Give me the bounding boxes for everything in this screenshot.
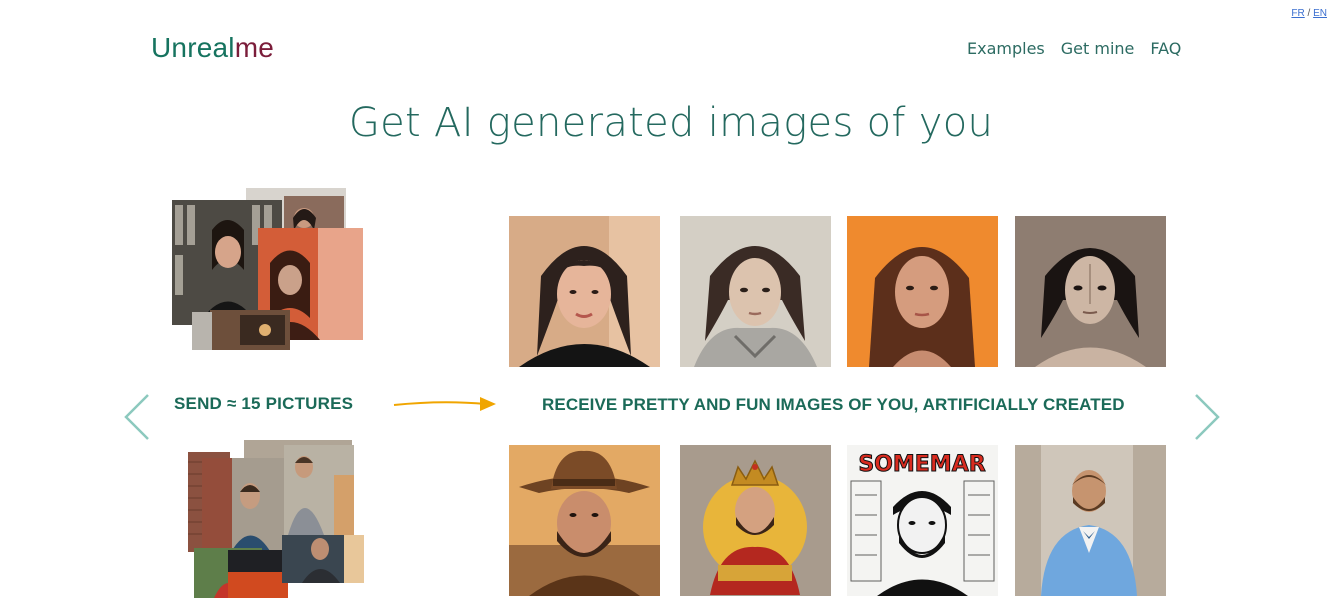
man-suit-portrait[interactable]	[1015, 445, 1166, 596]
woman-orange-portrait[interactable]	[847, 216, 998, 367]
woman-sketch-portrait[interactable]	[1015, 216, 1166, 367]
lang-separator: /	[1307, 8, 1311, 19]
comic-title-text: SOMEMAR	[858, 452, 985, 477]
main-nav: Examples Get mine FAQ	[967, 39, 1181, 58]
chevron-left-icon[interactable]	[120, 392, 154, 442]
logo-part-2: me	[234, 32, 274, 63]
page-headline: Get AI generated images of you	[348, 100, 994, 146]
lang-fr-link[interactable]: FR	[1291, 8, 1304, 19]
send-pictures-label: SEND ≈ 15 PICTURES	[174, 394, 354, 413]
woman-armor-portrait[interactable]	[680, 216, 831, 367]
arrow-right-icon	[393, 397, 496, 411]
logo-part-1: Unreal	[151, 32, 235, 63]
man-king-portrait[interactable]	[680, 445, 831, 596]
logo[interactable]: Unrealme	[151, 32, 274, 64]
man-photos-collage	[188, 440, 370, 600]
man-comic-portrait[interactable]: SOMEMAR	[847, 445, 998, 596]
chevron-right-icon[interactable]	[1190, 392, 1224, 442]
nav-faq[interactable]: FAQ	[1150, 39, 1181, 58]
man-cowboy-portrait[interactable]	[509, 445, 660, 596]
lang-en-link[interactable]: EN	[1313, 8, 1327, 19]
receive-images-label: RECEIVE PRETTY AND FUN IMAGES OF YOU, AR…	[542, 395, 1125, 414]
language-switcher: FR / EN	[1291, 8, 1327, 19]
nav-get-mine[interactable]: Get mine	[1061, 39, 1135, 58]
woman-photos-collage	[172, 188, 367, 353]
woman-realistic-portrait[interactable]	[509, 216, 660, 367]
nav-examples[interactable]: Examples	[967, 39, 1045, 58]
